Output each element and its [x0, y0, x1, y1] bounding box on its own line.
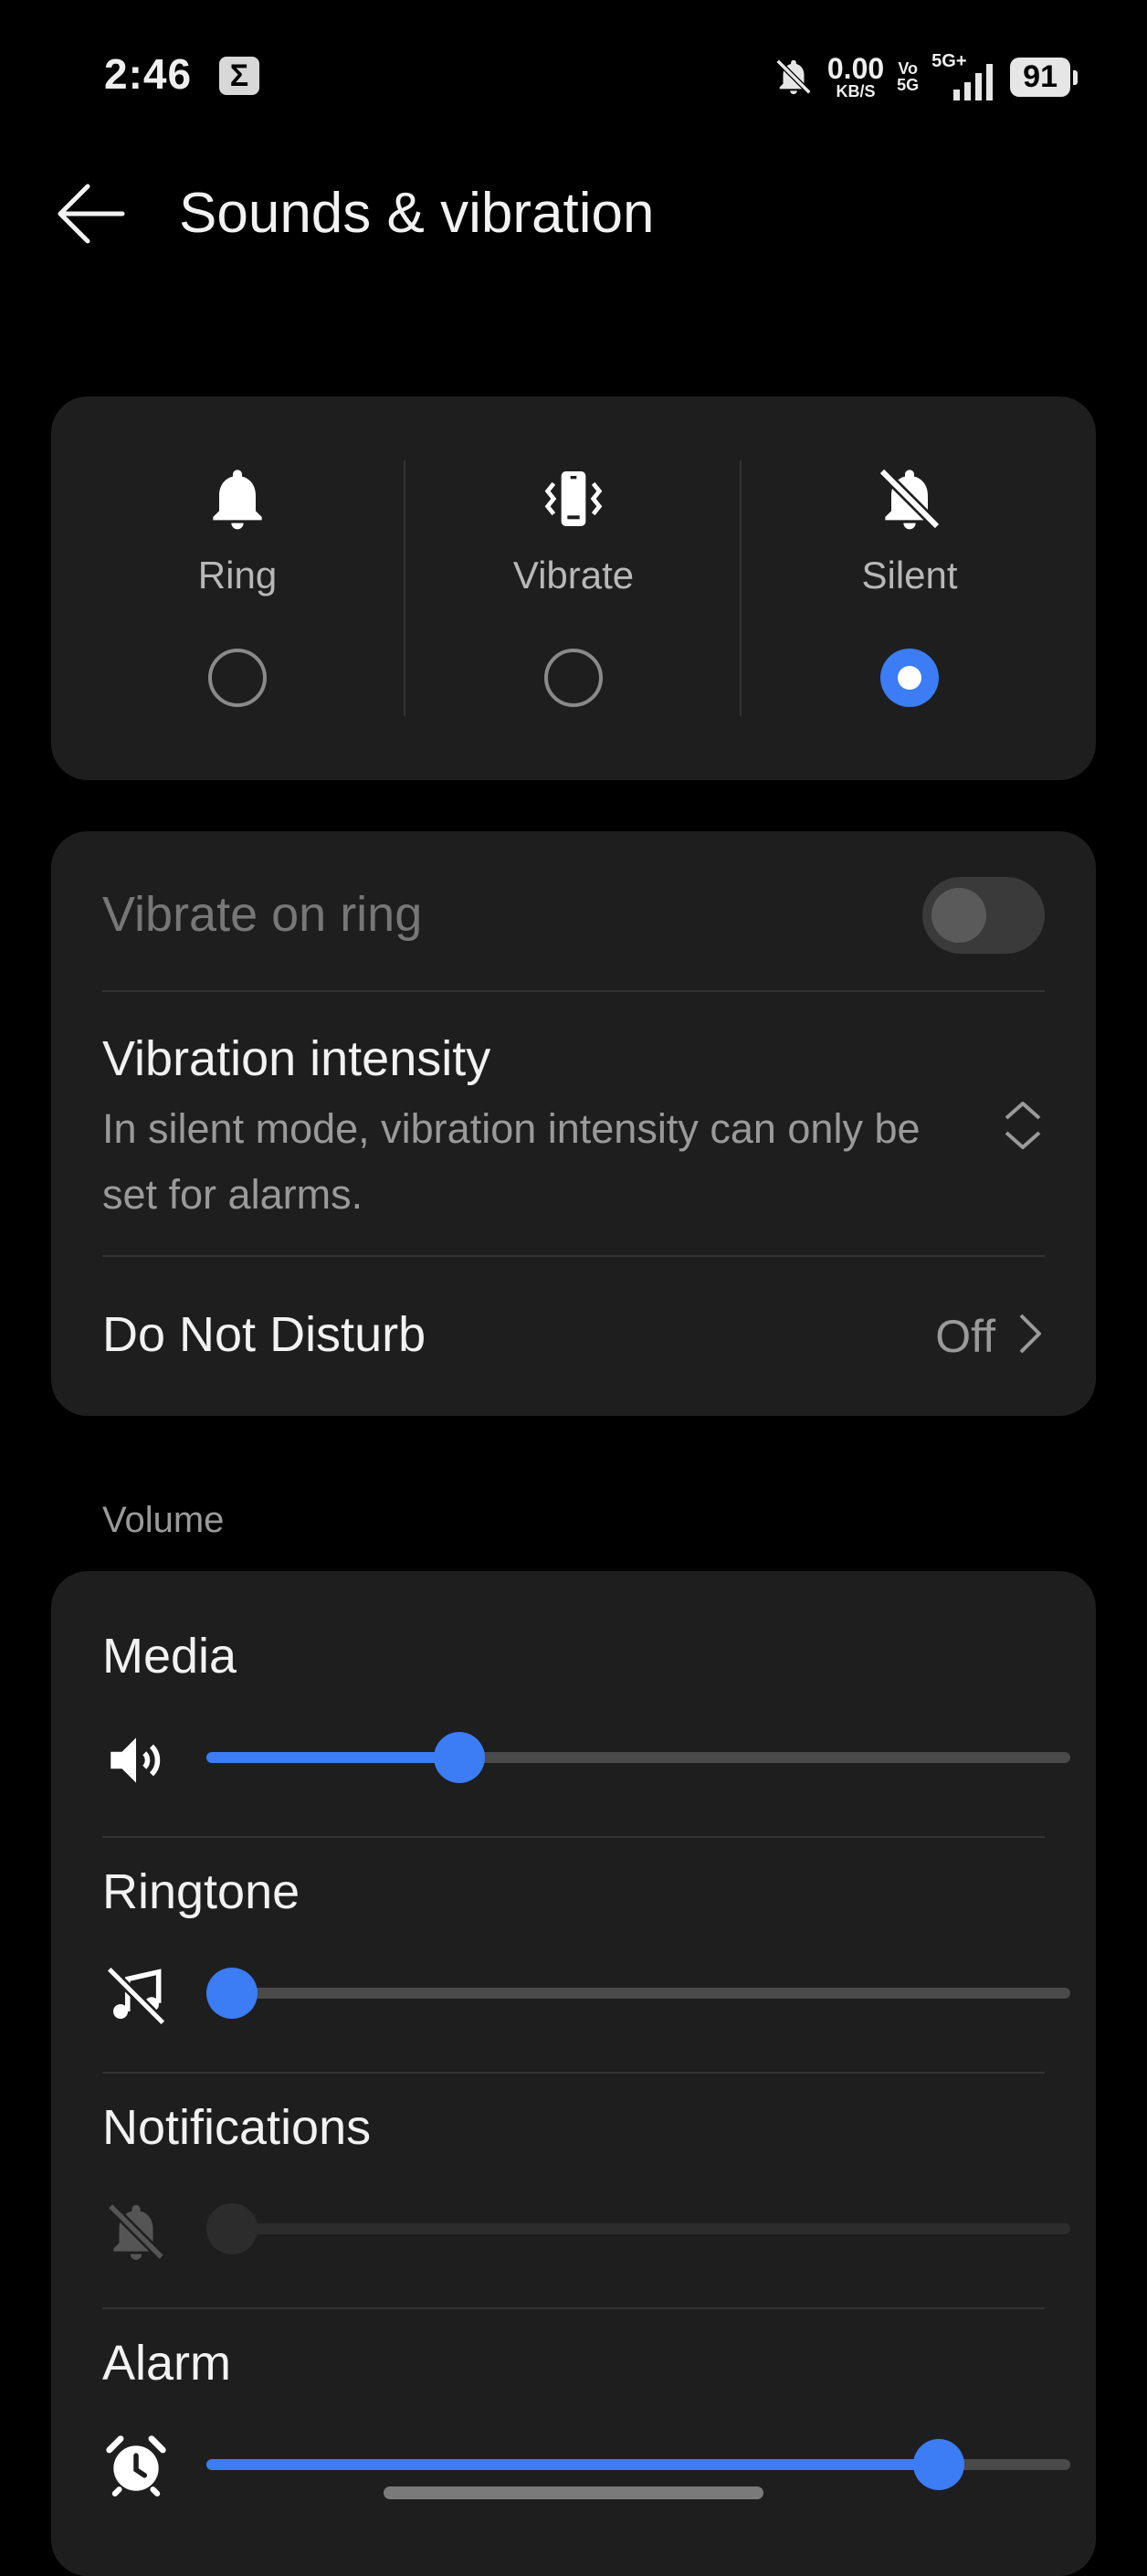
- bell-off-icon: [107, 2202, 165, 2261]
- media-volume-thumb[interactable]: [434, 1732, 486, 1783]
- vibration-settings-card: Vibrate on ring Vibration intensity In s…: [51, 831, 1096, 1416]
- ringtone-volume-label: Ringtone: [102, 1864, 300, 1919]
- volte-indicator: Vo 5G: [897, 59, 920, 94]
- ringtone-volume-thumb[interactable]: [206, 1968, 258, 2019]
- divider: [102, 990, 1045, 992]
- do-not-disturb-label: Do Not Disturb: [102, 1307, 426, 1362]
- bell-icon: [213, 470, 262, 530]
- ringtone-volume-slider[interactable]: [206, 1964, 1070, 2022]
- vibration-intensity-subtitle: In silent mode, vibration intensity can …: [102, 1105, 921, 1218]
- media-volume-slider[interactable]: [206, 1728, 1070, 1787]
- divider: [102, 2072, 1045, 2074]
- mode-label-vibrate: Vibrate: [512, 554, 635, 596]
- divider: [102, 1255, 1045, 1257]
- silent-radio[interactable]: [880, 649, 939, 707]
- alarm-volume-label: Alarm: [102, 2336, 232, 2391]
- signal-bars-icon: [953, 64, 994, 100]
- vibration-intensity-label: Vibration intensity: [102, 1031, 491, 1086]
- alarm-volume-thumb[interactable]: [913, 2439, 965, 2490]
- signal-indicator: 5G+: [931, 51, 997, 102]
- divider: [102, 1836, 1045, 1838]
- status-time: 2:46: [104, 50, 193, 98]
- battery-indicator: 91: [1010, 57, 1078, 97]
- notifications-volume-label: Notifications: [102, 2100, 372, 2155]
- volume-card: Media Ringtone Notifications Alarm: [51, 1571, 1096, 2576]
- mode-option-silent[interactable]: Silent: [742, 396, 1078, 780]
- status-indicators: 0.00 KB/S Vo 5G 5G+ 91: [773, 49, 1078, 104]
- vibrate-on-ring-toggle[interactable]: [922, 877, 1045, 954]
- notifications-volume-slider[interactable]: [206, 2200, 1070, 2258]
- mode-label-silent: Silent: [861, 554, 958, 596]
- mode-label-ring: Ring: [197, 554, 278, 596]
- vibrate-on-ring-label: Vibrate on ring: [102, 887, 423, 942]
- app-header: Sounds & vibration: [0, 164, 1147, 265]
- volume-section-label: Volume: [102, 1500, 225, 1540]
- mode-option-ring[interactable]: Ring: [69, 396, 405, 780]
- mode-option-vibrate[interactable]: Vibrate: [405, 396, 742, 780]
- network-speed: 0.00 KB/S: [826, 52, 885, 100]
- divider: [102, 2307, 1045, 2309]
- bell-off-icon: [775, 58, 812, 95]
- notifications-volume-thumb[interactable]: [206, 2203, 258, 2254]
- chevron-up-down-icon: [1005, 1102, 1041, 1149]
- vibrate-icon: [544, 471, 603, 526]
- status-bar: 2:46 Σ 0.00 KB/S Vo 5G 5G+ 91: [0, 0, 1147, 155]
- do-not-disturb-value: Off: [935, 1311, 995, 1362]
- gesture-navigation-handle[interactable]: [384, 2486, 763, 2499]
- bell-off-icon: [878, 467, 942, 531]
- sigma-notification-icon: Σ: [219, 57, 259, 95]
- back-arrow-icon[interactable]: [51, 179, 128, 248]
- ring-radio[interactable]: [208, 649, 267, 707]
- sound-mode-card: Ring Vibrate Silent: [51, 396, 1096, 780]
- alarm-volume-slider[interactable]: [206, 2435, 1070, 2494]
- speaker-icon: [110, 1737, 161, 1783]
- vibrate-radio[interactable]: [544, 649, 603, 707]
- page-title: Sounds & vibration: [179, 182, 655, 245]
- media-volume-label: Media: [102, 1629, 237, 1684]
- alarm-clock-icon: [106, 2435, 166, 2497]
- music-off-icon: [106, 1966, 166, 2026]
- chevron-right-icon: [1019, 1314, 1041, 1354]
